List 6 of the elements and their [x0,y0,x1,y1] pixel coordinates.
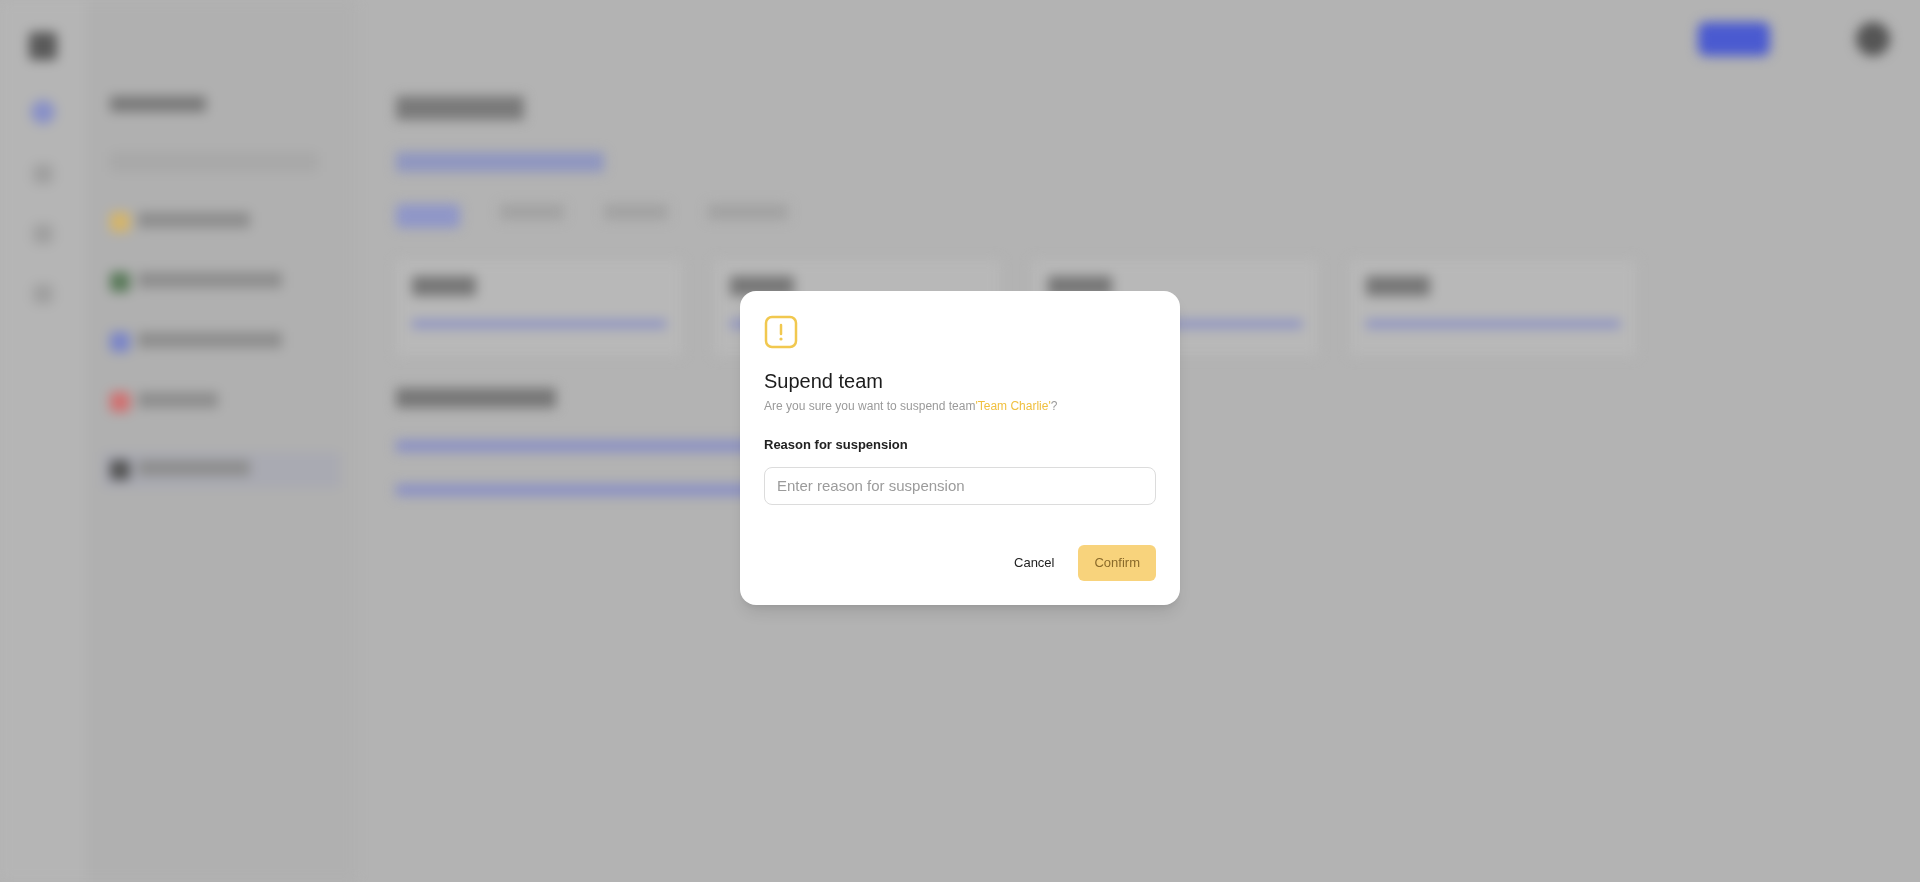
cancel-button[interactable]: Cancel [1014,544,1055,581]
dialog-title: Supend team [764,369,884,393]
confirmation-message: Are you sure you want to suspend team'Team Charlie'? [764,398,1059,415]
field-label: Reason for suspension [764,436,909,454]
reason-input-field[interactable]: Enter reason for suspension [764,466,1156,505]
warning-icon [764,315,798,349]
